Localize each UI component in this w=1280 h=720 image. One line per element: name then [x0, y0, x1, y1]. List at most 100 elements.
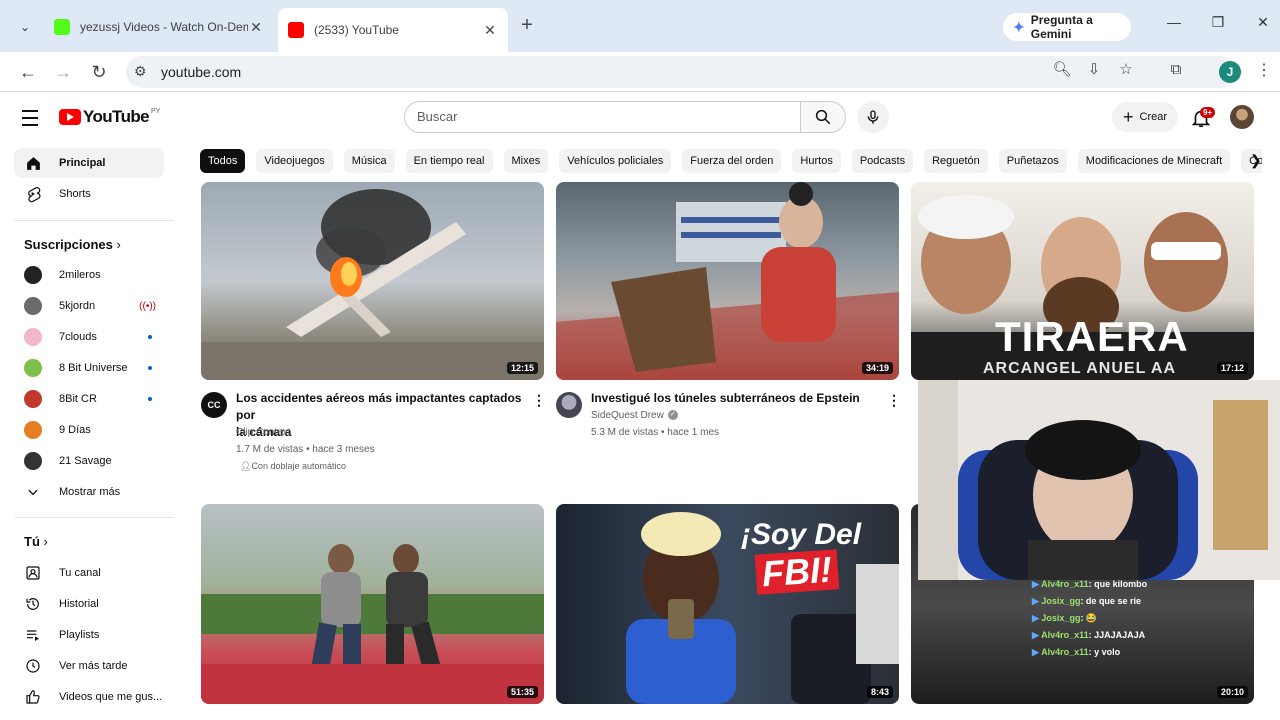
chip[interactable]: Puñetazos — [998, 149, 1067, 173]
sidebar-item-9-dias[interactable]: 9 Días — [14, 415, 164, 445]
you-header[interactable]: Tú › — [24, 534, 48, 549]
search-icon — [815, 109, 831, 125]
sidebar-item-2mileros[interactable]: 2mileros — [14, 260, 164, 290]
chip[interactable]: Todos — [200, 149, 246, 173]
video-thumbnail[interactable]: 51:35 — [201, 504, 544, 704]
browser-tab[interactable]: yezussj Videos - Watch On-Demand o ✕ — [44, 10, 274, 44]
sidebar-item-label: 7clouds — [59, 331, 97, 343]
sidebar-item-label: Videos que me gus... — [59, 691, 163, 703]
video-more-icon[interactable]: ⋮ — [532, 392, 546, 409]
chip[interactable]: En tiempo real — [405, 149, 493, 173]
channel-avatar — [24, 421, 42, 439]
video-thumbnail[interactable]: 34:19 — [556, 182, 899, 380]
video-duration: 34:19 — [861, 362, 893, 374]
auto-dub-label: 👤︎Con doblaje automático — [240, 461, 346, 472]
bookmark-star-icon[interactable]: ☆ — [1116, 60, 1136, 80]
sidebar-item-8bit-cr[interactable]: 8Bit CR — [14, 384, 164, 414]
video-thumbnail[interactable]: 12:15 — [201, 182, 544, 380]
minimize-icon[interactable]: — — [1162, 14, 1186, 30]
sidebar-item-8-bit-universe[interactable]: 8 Bit Universe — [14, 353, 164, 383]
sidebar-item-liked-videos[interactable]: Videos que me gus... — [14, 682, 164, 712]
search-input[interactable]: Buscar — [404, 101, 801, 133]
sidebar-item-label: Playlists — [59, 629, 100, 641]
browser-menu-icon[interactable]: ⋮ — [1256, 60, 1272, 80]
sidebar-item-shorts[interactable]: Shorts — [14, 179, 164, 209]
sidebar-item-7clouds[interactable]: 7clouds — [14, 322, 164, 352]
sidebar-item-5kjordn[interactable]: 5kjordn ((•)) — [14, 291, 164, 321]
close-window-icon[interactable]: ✕ — [1251, 14, 1275, 31]
show-more-button[interactable]: Mostrar más — [14, 477, 164, 507]
create-button[interactable]: + Crear — [1112, 102, 1178, 132]
youtube-chat-icon: ▶ — [1032, 647, 1042, 657]
search-button[interactable] — [800, 101, 846, 133]
new-tab-icon[interactable]: + — [516, 14, 538, 36]
channel-avatar[interactable] — [556, 392, 582, 418]
video-thumbnail[interactable]: TIRAERA ARCANGEL ANUEL AA 17:12 — [911, 182, 1254, 380]
install-app-icon[interactable]: ⇩ — [1084, 60, 1104, 80]
tab-search-icon[interactable]: ⌄ — [12, 14, 38, 40]
sidebar-item-21-savage[interactable]: 21 Savage — [14, 446, 164, 476]
voice-search-button[interactable] — [857, 101, 889, 133]
youtube-logo[interactable]: YouTube PY — [59, 107, 160, 127]
forward-icon[interactable]: → — [51, 60, 75, 84]
sidebar-item-label: 8 Bit Universe — [59, 362, 128, 374]
profile-avatar[interactable]: J — [1219, 61, 1241, 83]
chip[interactable]: Música — [343, 149, 395, 173]
divider — [14, 517, 174, 518]
chip[interactable]: Vehículos policiales — [559, 149, 672, 173]
youtube-play-icon — [59, 109, 81, 125]
browser-tab-active[interactable]: (2533) YouTube ✕ — [278, 8, 508, 52]
sidebar-item-label: 21 Savage — [59, 455, 112, 467]
sidebar-item-label: Tu canal — [59, 567, 101, 579]
channel-name[interactable]: Clip Context — [236, 424, 290, 441]
channel-avatar — [24, 266, 42, 284]
video-title-line: Los accidentes aéreos más impactantes ca… — [236, 391, 522, 422]
gemini-button[interactable]: ✦ Pregunta a Gemini — [1003, 13, 1131, 41]
sidebar-item-principal[interactable]: Principal — [14, 148, 164, 178]
chips-next-icon[interactable]: ❯ — [1250, 152, 1262, 169]
tab-close-icon[interactable]: ✕ — [482, 22, 498, 39]
sidebar-item-label: 5kjordn — [59, 300, 96, 312]
channel-avatar — [24, 328, 42, 346]
notification-badge: 9+ — [1200, 107, 1216, 118]
chip[interactable]: Modificaciones de Minecraft — [1077, 149, 1231, 173]
sidebar-item-ver-mas-tarde[interactable]: Ver más tarde — [14, 651, 164, 681]
stream-chat-overlay: ▶ Alv4ro_x11: que kilombo ▶ Josix_gg: de… — [1032, 576, 1192, 661]
tab-close-icon[interactable]: ✕ — [248, 19, 264, 36]
zoom-icon[interactable]: 🔍︎ — [1052, 60, 1072, 80]
channel-avatar[interactable]: CC — [201, 392, 227, 418]
chat-text: : JJAJAJAJA — [1088, 630, 1146, 640]
video-duration: 20:10 — [1216, 686, 1248, 698]
video-more-icon[interactable]: ⋮ — [887, 392, 901, 409]
subscriptions-header[interactable]: Suscripciones › — [24, 237, 121, 252]
watch-later-icon — [24, 657, 42, 675]
site-info-icon[interactable]: ⚙ — [134, 63, 147, 80]
chip[interactable]: Hurtos — [792, 149, 841, 173]
tunnel-explorer-image — [556, 182, 899, 380]
chip[interactable]: Videojuegos — [256, 149, 333, 173]
account-avatar[interactable] — [1230, 105, 1254, 129]
video-title[interactable]: Investigué los túneles subterráneos de E… — [591, 390, 881, 407]
chip[interactable]: Mixes — [503, 149, 549, 173]
sidebar-item-playlists[interactable]: Playlists — [14, 620, 164, 650]
new-content-dot — [148, 366, 152, 370]
extensions-icon[interactable]: ⧉ — [1166, 60, 1186, 80]
kick-favicon-icon — [54, 19, 70, 35]
back-icon[interactable]: ← — [16, 60, 40, 84]
restore-icon[interactable]: ❐ — [1206, 14, 1230, 31]
video-duration: 12:15 — [506, 362, 538, 374]
reload-icon[interactable]: ↻ — [87, 60, 111, 84]
video-thumbnail[interactable]: ¡Soy Del FBI! 8:43 — [556, 504, 899, 704]
chip[interactable]: Podcasts — [851, 149, 914, 173]
sidebar-item-tu-canal[interactable]: Tu canal — [14, 558, 164, 588]
menu-icon[interactable] — [22, 105, 44, 129]
like-icon — [24, 688, 42, 706]
thumbnail-subtitle: ARCANGEL ANUEL AA — [983, 360, 1177, 377]
live-icon: ((•)) — [139, 300, 156, 312]
sidebar-item-historial[interactable]: Historial — [14, 589, 164, 619]
chip[interactable]: Reguetón — [924, 149, 988, 173]
show-more-label: Mostrar más — [59, 486, 121, 498]
chip[interactable]: Fuerza del orden — [682, 149, 782, 173]
channel-name[interactable]: SideQuest Drew ✓ — [591, 407, 678, 424]
sidebar: Principal Shorts Suscripciones › 2milero… — [0, 142, 180, 720]
